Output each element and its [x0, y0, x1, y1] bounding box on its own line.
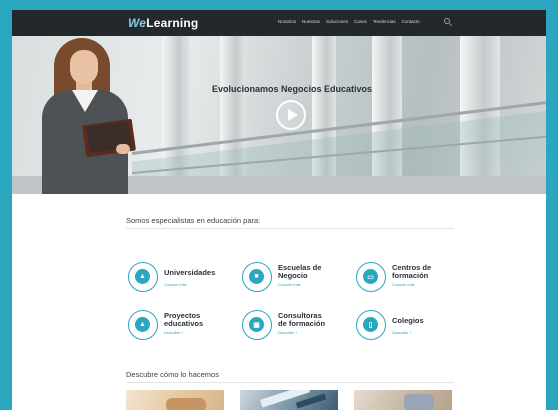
card-escuelas-de-negocio[interactable]: ■ Escuelas de Negocio Conocer más: [242, 260, 362, 294]
briefcase-icon: ■: [242, 262, 272, 292]
thumbnail-image[interactable]: [240, 390, 338, 410]
section-divider: [126, 382, 454, 383]
card-universidades[interactable]: ▲ Universidades Conocer más: [128, 260, 248, 294]
logo-prefix: We: [128, 16, 147, 30]
hero-person-face: [70, 50, 98, 84]
specialists-section-title: Somos especialistas en educación para:: [126, 216, 261, 225]
card-proyectos-educativos[interactable]: ▲ Proyectos educativos Descubre +: [128, 308, 248, 342]
graduation-cap-icon: ▲: [128, 310, 158, 340]
card-title: Centros de formación: [392, 263, 432, 280]
how-section-title: Descubre cómo lo hacemos: [126, 370, 219, 379]
nav-link-nosotros[interactable]: Nosotros: [278, 19, 296, 24]
card-link[interactable]: Descubre +: [164, 331, 184, 335]
card-link[interactable]: Descubre +: [392, 331, 412, 335]
card-link[interactable]: Conocer más: [278, 283, 301, 287]
card-title: Universidades: [164, 268, 216, 277]
thumbnail-image[interactable]: [354, 390, 452, 410]
main-nav: Nosotros Nuestras Soluciones Casos Tende…: [278, 19, 420, 24]
presentation-icon: ▣: [242, 310, 272, 340]
logo-suffix: Learning: [146, 16, 199, 30]
nav-link-soluciones[interactable]: Soluciones: [326, 19, 348, 24]
nav-link-contacto[interactable]: Contacto: [402, 19, 420, 24]
card-centros-de-formacion[interactable]: ▭ Centros de formación Conocer más: [356, 260, 476, 294]
monitor-icon: ▭: [356, 262, 386, 292]
graduation-cap-icon: ▲: [128, 262, 158, 292]
play-icon[interactable]: [276, 100, 306, 130]
nav-link-tendencias[interactable]: Tendencias: [373, 19, 396, 24]
nav-link-nuestras[interactable]: Nuestras: [302, 19, 320, 24]
card-colegios[interactable]: ▯ Colegios Descubre +: [356, 308, 476, 342]
welearning-logo[interactable]: WeLearning: [128, 16, 198, 30]
hero-person-hand: [116, 144, 130, 154]
section-divider: [126, 228, 454, 229]
search-icon[interactable]: [444, 18, 450, 24]
thumbnail-image[interactable]: [126, 390, 224, 410]
card-link[interactable]: Descubre +: [278, 331, 298, 335]
card-title: Consultoras de formación: [278, 311, 326, 328]
card-consultoras-de-formacion[interactable]: ▣ Consultoras de formación Descubre +: [242, 308, 362, 342]
card-title: Colegios: [392, 316, 424, 325]
document-icon: ▯: [356, 310, 386, 340]
hero-banner: Evolucionamos Negocios Educativos: [12, 36, 546, 194]
top-navbar: WeLearning Nosotros Nuestras Soluciones …: [12, 10, 546, 36]
card-link[interactable]: Conocer más: [392, 283, 415, 287]
card-link[interactable]: Conocer más: [164, 283, 187, 287]
nav-link-casos[interactable]: Casos: [354, 19, 367, 24]
hero-title: Evolucionamos Negocios Educativos: [211, 84, 373, 94]
browser-viewport: WeLearning Nosotros Nuestras Soluciones …: [12, 10, 546, 410]
card-title: Proyectos educativos: [164, 311, 204, 328]
card-title: Escuelas de Negocio: [278, 263, 322, 280]
